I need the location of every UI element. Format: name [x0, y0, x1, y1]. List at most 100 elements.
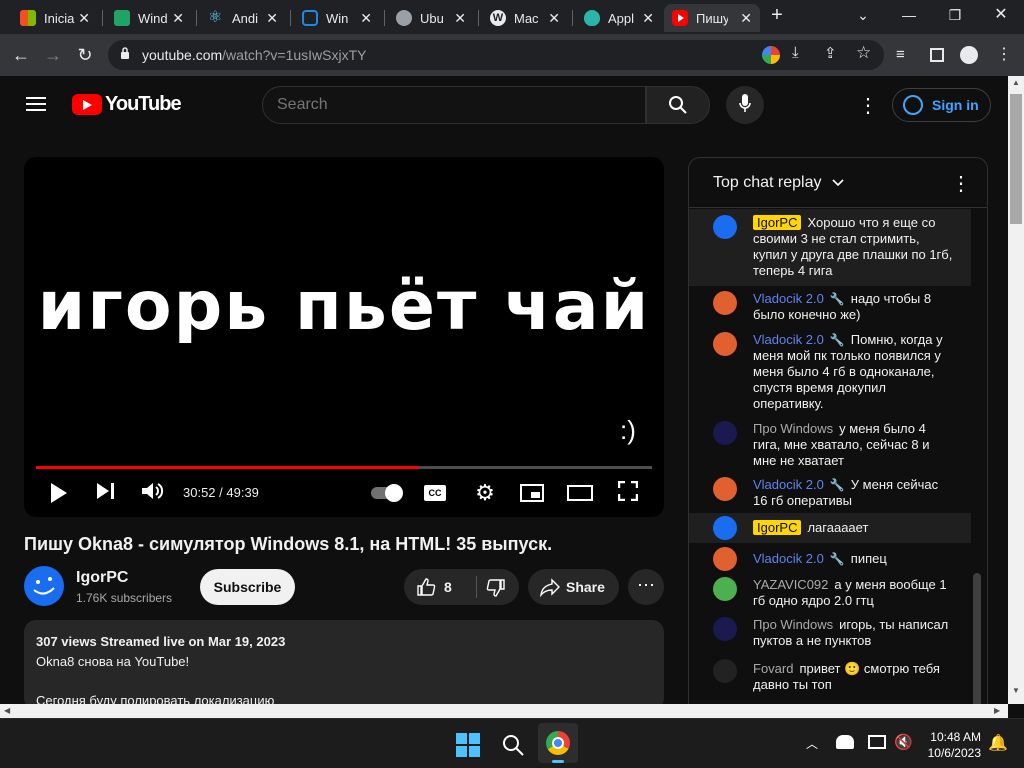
- close-tab-icon[interactable]: ✕: [454, 10, 466, 27]
- share-button[interactable]: Share: [528, 569, 619, 605]
- clock-date[interactable]: 10/6/2023: [920, 746, 981, 760]
- channel-avatar[interactable]: [24, 566, 64, 606]
- theater-mode-button[interactable]: [566, 479, 594, 507]
- chat-message[interactable]: Про Windows у меня было 4 гига, мне хвата…: [689, 419, 971, 471]
- scroll-down-icon[interactable]: ▼: [1012, 686, 1020, 695]
- more-actions-button[interactable]: ⋯: [628, 569, 664, 605]
- share-page-icon[interactable]: ⇪: [824, 44, 837, 62]
- chat-author[interactable]: Про Windows: [753, 421, 833, 436]
- taskbar-search-icon[interactable]: [501, 733, 525, 762]
- google-lens-icon[interactable]: [762, 46, 780, 64]
- chat-message[interactable]: IgorPC Хорошо что я еще со своими 3 не ст…: [689, 209, 971, 286]
- chat-author[interactable]: Vladocik 2.0: [753, 477, 824, 492]
- show-hidden-icons-chevron-up-icon[interactable]: ︿: [806, 735, 818, 752]
- chat-author[interactable]: Vladocik 2.0: [753, 332, 824, 347]
- chat-mode-dropdown[interactable]: Top chat replay: [713, 174, 844, 192]
- chat-message[interactable]: YAZAVIC092 а у меня вообще 1 гб одно ядро…: [689, 575, 971, 611]
- settings-menu-icon[interactable]: ⋮: [858, 93, 878, 118]
- browser-tab[interactable]: Appl ✕: [576, 4, 662, 32]
- video-player[interactable]: игорь пьёт чай :) 30:52 / 49:39 CC ⚙: [24, 157, 664, 517]
- scroll-up-icon[interactable]: ▲: [1012, 78, 1020, 87]
- scroll-right-icon[interactable]: ▶: [994, 706, 1000, 715]
- close-tab-icon[interactable]: ✕: [360, 10, 372, 27]
- close-window-button[interactable]: ✕: [986, 4, 1016, 26]
- browser-tab-active[interactable]: Пишу ✕: [664, 4, 760, 32]
- browser-tab[interactable]: Inicia ✕: [12, 4, 98, 32]
- forward-button[interactable]: →: [40, 42, 66, 68]
- close-tab-icon[interactable]: ✕: [548, 10, 560, 27]
- dislike-button[interactable]: [477, 569, 519, 605]
- settings-button[interactable]: ⚙: [472, 479, 498, 507]
- clock-time[interactable]: 10:48 AM: [928, 730, 981, 744]
- back-button[interactable]: ←: [8, 42, 34, 68]
- horizontal-scrollbar[interactable]: ◀ ▶: [0, 704, 1008, 718]
- subscribe-button[interactable]: Subscribe: [200, 569, 295, 605]
- voice-search-button[interactable]: [726, 86, 764, 124]
- address-bar[interactable]: youtube.com/watch?v=1usIwSxjxTY ⤓ ⇪ ☆: [108, 40, 884, 70]
- chat-message[interactable]: IgorPC лагаааает: [689, 513, 971, 543]
- close-tab-icon[interactable]: ✕: [78, 10, 90, 27]
- chat-message[interactable]: Vladocik 2.0 🔧 Помню, когда у меня мой пк …: [689, 330, 971, 414]
- description-box[interactable]: 307 views Streamed live on Mar 19, 2023 …: [24, 620, 664, 710]
- page-scrollbar[interactable]: ▲ ▼: [1008, 76, 1024, 704]
- browser-tab[interactable]: Wind ✕: [106, 4, 192, 32]
- progress-bar[interactable]: [36, 466, 652, 469]
- fullscreen-button[interactable]: [616, 479, 640, 507]
- tab-search-button[interactable]: ⌄: [848, 4, 878, 26]
- taskbar-chrome-button[interactable]: [538, 723, 578, 763]
- chat-message[interactable]: Fovard привет 🙂 смотрю тебя давно ты топ: [689, 657, 971, 697]
- chat-message[interactable]: Vladocik 2.0 🔧 надо чтобы 8 было конечно ж…: [689, 289, 971, 325]
- start-windows-icon[interactable]: [456, 733, 480, 762]
- search-box[interactable]: [262, 86, 646, 124]
- chat-author[interactable]: Vladocik 2.0: [753, 291, 824, 306]
- minimize-button[interactable]: —: [894, 4, 924, 26]
- display-icon[interactable]: [868, 735, 886, 749]
- youtube-logo[interactable]: YouTube: [72, 93, 182, 116]
- miniplayer-button[interactable]: [518, 479, 546, 507]
- next-button[interactable]: [94, 479, 118, 507]
- chat-menu-icon[interactable]: ⋮: [951, 171, 971, 196]
- install-icon[interactable]: ⤓: [792, 44, 799, 61]
- chat-author[interactable]: YAZAVIC092: [753, 577, 828, 592]
- hamburger-menu-icon[interactable]: [26, 96, 46, 112]
- browser-menu-icon[interactable]: ⋮: [996, 44, 1012, 64]
- notification-bell-icon[interactable]: 🔔: [988, 733, 1008, 753]
- search-button[interactable]: [646, 86, 710, 124]
- chat-author[interactable]: Про Windows: [753, 617, 833, 632]
- play-button[interactable]: [46, 479, 72, 507]
- page-scrollbar-thumb[interactable]: [1010, 94, 1022, 224]
- subtitles-button[interactable]: CC: [422, 479, 448, 507]
- chat-message[interactable]: Vladocik 2.0 🔧 пипец: [689, 547, 971, 571]
- side-panel-icon[interactable]: [930, 48, 944, 62]
- sign-in-button[interactable]: Sign in: [892, 88, 991, 122]
- close-tab-icon[interactable]: ✕: [266, 10, 278, 27]
- chat-author[interactable]: Vladocik 2.0: [753, 551, 824, 566]
- channel-name[interactable]: IgorPC: [76, 569, 128, 587]
- chat-message-list[interactable]: IgorPC Хорошо что я еще со своими 3 не ст…: [689, 209, 987, 709]
- like-button[interactable]: 8: [404, 569, 476, 605]
- chat-author[interactable]: IgorPC: [753, 520, 802, 535]
- volume-button[interactable]: [140, 479, 166, 507]
- chat-author[interactable]: Fovard: [753, 661, 793, 676]
- media-controls-icon[interactable]: ≡: [896, 46, 905, 63]
- chat-message[interactable]: Vladocik 2.0 🔧 У меня сейчас 16 гб операти…: [689, 475, 971, 511]
- new-tab-button[interactable]: +: [762, 4, 792, 26]
- volume-muted-icon[interactable]: 🔇: [894, 733, 913, 751]
- chat-author[interactable]: IgorPC: [753, 215, 802, 230]
- close-tab-icon[interactable]: ✕: [172, 10, 184, 27]
- reload-button[interactable]: ↻: [72, 42, 98, 68]
- browser-tab[interactable]: Ubu ✕: [388, 4, 474, 32]
- autoplay-toggle[interactable]: [366, 479, 406, 507]
- search-input[interactable]: [277, 96, 617, 114]
- chat-scrollbar[interactable]: [973, 573, 981, 713]
- browser-tab[interactable]: ⚛ Andi ✕: [200, 4, 286, 32]
- close-tab-icon[interactable]: ✕: [740, 10, 752, 27]
- browser-tab[interactable]: W Mac ✕: [482, 4, 568, 32]
- chat-message[interactable]: Про Windows игорь, ты написал пуктов а не…: [689, 615, 971, 651]
- close-tab-icon[interactable]: ✕: [642, 10, 654, 27]
- profile-icon[interactable]: [960, 46, 978, 64]
- restore-button[interactable]: ❐: [940, 4, 970, 26]
- browser-tab[interactable]: Win ✕: [294, 4, 380, 32]
- bookmark-star-icon[interactable]: ☆: [856, 43, 871, 63]
- scroll-left-icon[interactable]: ◀: [4, 706, 10, 715]
